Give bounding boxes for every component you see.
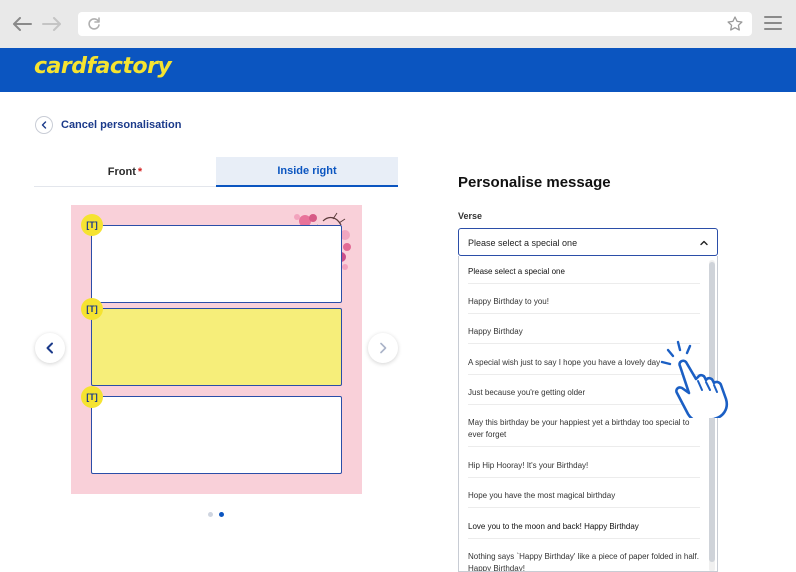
tab-front[interactable]: Front * xyxy=(34,157,216,187)
verse-label: Verse xyxy=(458,211,483,221)
text-edit-badge[interactable]: [T] xyxy=(81,386,103,408)
verse-option[interactable]: Nothing says `Happy Birthday' like a pie… xyxy=(468,551,700,571)
back-arrow-icon[interactable] xyxy=(10,12,34,36)
verse-option[interactable]: Love you to the moon and back! Happy Bir… xyxy=(468,521,700,539)
card-preview: [T] [T] [T] xyxy=(71,205,362,494)
chevron-right-icon xyxy=(380,342,387,354)
carousel-dot-active[interactable] xyxy=(219,512,224,517)
forward-arrow-icon[interactable] xyxy=(40,12,64,36)
cancel-personalisation-label: Cancel personalisation xyxy=(61,119,182,131)
verse-option[interactable]: Please select a special one xyxy=(468,266,700,284)
tab-inside-right-label: Inside right xyxy=(277,165,337,177)
verse-select[interactable]: Please select a special one xyxy=(458,228,718,256)
menu-icon[interactable] xyxy=(764,16,782,32)
cancel-personalisation-link[interactable]: Cancel personalisation xyxy=(35,116,181,134)
required-marker: * xyxy=(137,165,143,178)
carousel-dot[interactable] xyxy=(208,512,213,517)
verse-option[interactable]: Hip Hip Hooray! It's your Birthday! xyxy=(468,460,700,478)
verse-option[interactable]: Happy Birthday to you! xyxy=(468,296,700,314)
tab-front-label: Front xyxy=(107,165,136,178)
text-edit-badge[interactable]: [T] xyxy=(81,298,103,320)
pointing-hand-icon xyxy=(660,340,729,418)
verse-option[interactable]: May this birthday be your happiest yet a… xyxy=(468,417,700,447)
tab-inside-right[interactable]: Inside right xyxy=(216,157,398,187)
address-bar[interactable] xyxy=(78,12,752,36)
reload-icon[interactable] xyxy=(86,16,102,32)
next-page-button[interactable] xyxy=(368,333,398,363)
chevron-up-icon xyxy=(700,240,708,246)
chevron-left-icon xyxy=(35,116,53,134)
verse-select-value: Please select a special one xyxy=(468,238,578,248)
text-area-1[interactable] xyxy=(91,225,342,303)
star-icon[interactable] xyxy=(726,15,744,33)
verse-option[interactable]: Hope you have the most magical birthday xyxy=(468,490,700,508)
text-edit-badge[interactable]: [T] xyxy=(81,214,103,236)
text-area-2[interactable] xyxy=(91,308,342,386)
text-area-3[interactable] xyxy=(91,396,342,474)
previous-page-button[interactable] xyxy=(35,333,65,363)
chevron-left-icon xyxy=(46,342,53,354)
panel-title: Personalise message xyxy=(458,174,611,191)
browser-toolbar xyxy=(0,0,796,48)
carousel-dots xyxy=(208,512,224,517)
brand-logo[interactable]: cardfactory xyxy=(34,54,172,79)
